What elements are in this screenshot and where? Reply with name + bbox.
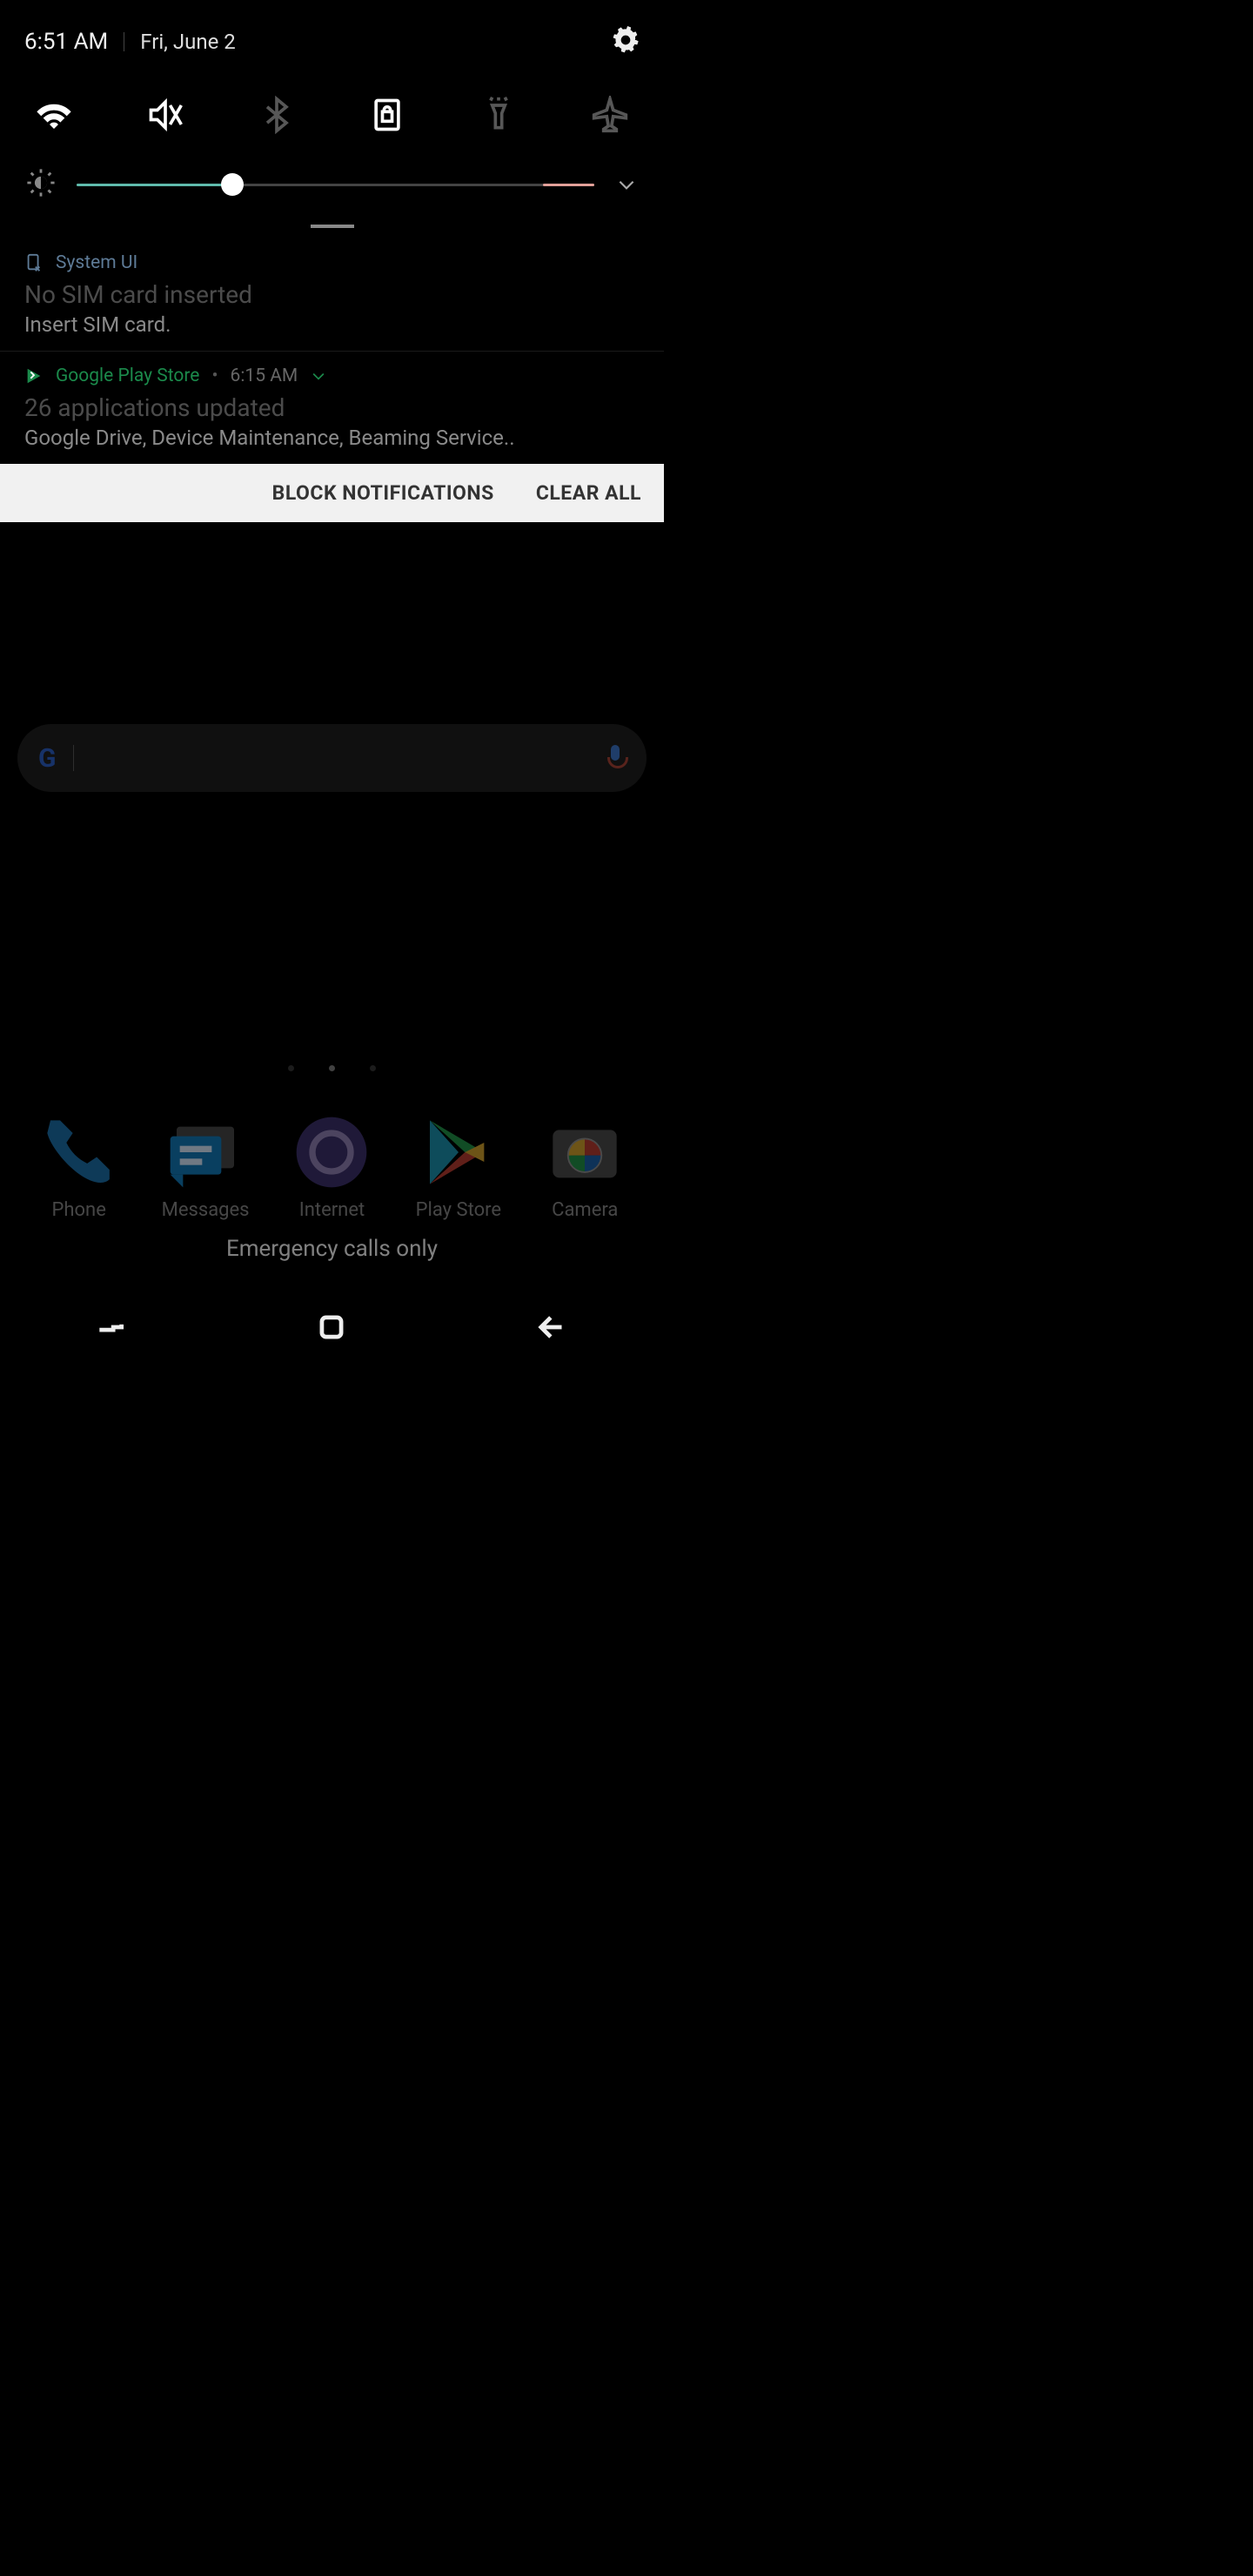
search-caret [73,745,74,771]
notif-body: Google Drive, Device Maintenance, Beamin… [24,426,640,450]
app-label: Phone [52,1199,106,1221]
app-play-store[interactable]: Play Store [406,1114,511,1221]
phone-icon [41,1114,117,1191]
app-internet[interactable]: Internet [279,1114,384,1221]
app-label: Internet [299,1199,365,1221]
notification-play-store[interactable]: Google Play Store • 6:15 AM 26 applicati… [0,352,664,464]
settings-gear-icon[interactable] [612,26,640,57]
app-messages[interactable]: Messages [153,1114,258,1221]
clear-all-button[interactable]: CLEAR ALL [536,481,641,505]
app-phone[interactable]: Phone [27,1114,131,1221]
app-label: Messages [162,1199,250,1221]
brightness-icon [26,168,56,201]
app-camera[interactable]: Camera [533,1114,637,1221]
expand-chevron-down-icon[interactable] [615,173,638,196]
status-date: Fri, June 2 [140,30,236,54]
rotation-lock-toggle[interactable] [363,91,412,139]
internet-icon [293,1114,370,1191]
flashlight-toggle[interactable] [474,91,523,139]
block-notifications-button[interactable]: BLOCK NOTIFICATIONS [272,481,494,505]
notif-app-name: System UI [56,252,137,273]
google-logo-icon: G [38,743,56,774]
back-button[interactable] [537,1311,570,1347]
notification-actions-bar: BLOCK NOTIFICATIONS CLEAR ALL [0,464,664,522]
notif-body: Insert SIM card. [24,312,640,337]
brightness-slider[interactable] [77,167,594,202]
camera-icon [546,1114,623,1191]
bluetooth-toggle[interactable] [252,91,301,139]
play-store-icon [420,1114,497,1191]
notification-system-ui[interactable]: System UI No SIM card inserted Insert SI… [0,238,664,351]
shade-drag-handle[interactable] [311,225,354,228]
play-store-small-icon [24,366,44,386]
wifi-toggle[interactable] [30,91,78,139]
app-dock: Phone Messages Internet [0,1114,664,1221]
status-header: 6:51 AM Fri, June 2 [0,0,664,66]
notif-time: 6:15 AM [231,366,298,386]
brightness-row [0,155,664,207]
emergency-toast: Emergency calls only [0,1236,664,1262]
quick-settings-toggles [0,66,664,155]
sound-vibrate-toggle[interactable] [141,91,190,139]
notif-title: No SIM card inserted [24,280,640,309]
messages-icon [167,1114,244,1191]
airplane-mode-toggle[interactable] [586,91,634,139]
app-label: Camera [552,1199,618,1221]
status-time: 6:51 AM [24,29,108,55]
notif-app-name: Google Play Store [56,366,199,386]
notif-title: 26 applications updated [24,393,640,422]
app-label: Play Store [416,1199,501,1221]
mic-icon[interactable] [605,745,626,771]
home-page-indicator [0,1065,664,1071]
recents-button[interactable] [94,1311,127,1347]
navigation-bar [0,1292,664,1365]
chevron-down-icon[interactable] [310,367,327,385]
sim-icon [24,253,44,272]
google-search-bar[interactable]: G [17,724,647,792]
home-button[interactable] [315,1311,348,1347]
